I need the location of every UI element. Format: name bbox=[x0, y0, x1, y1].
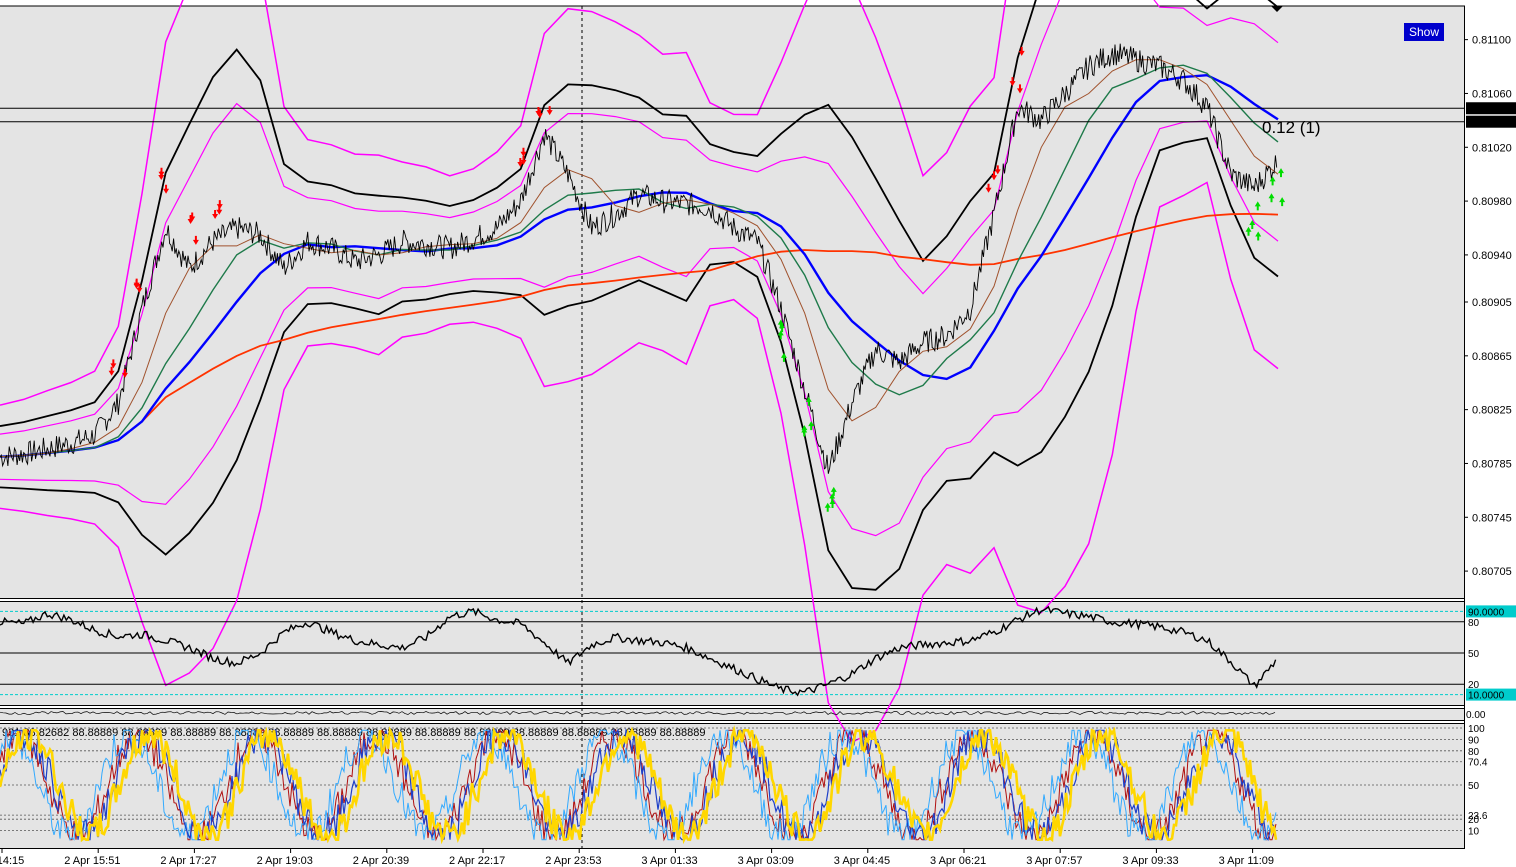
time-tick-label: 3 Apr 11:09 bbox=[1219, 855, 1274, 867]
osc3-level-label: 70.4 bbox=[1468, 758, 1488, 769]
price-tick-label: 0.80940 bbox=[1472, 250, 1512, 262]
time-tick-label: 3 Apr 03:09 bbox=[738, 855, 794, 867]
main-panel-bg bbox=[0, 6, 1464, 598]
time-tick-label: 3 Apr 07:57 bbox=[1026, 855, 1082, 867]
price-tick-label: 0.81100 bbox=[1472, 35, 1511, 47]
time-tick-label: 2 Apr 14:15 bbox=[0, 855, 24, 867]
osc1-level-label: 90.0000 bbox=[1468, 607, 1505, 618]
time-tick-label: 2 Apr 22:17 bbox=[449, 855, 505, 867]
time-tick-label: 2 Apr 15:51 bbox=[64, 855, 120, 867]
price-line-tag-label: 0.81039 bbox=[1470, 117, 1510, 129]
osc2-caption: 0.00 bbox=[1466, 710, 1486, 721]
price-tick-label: 0.81060 bbox=[1472, 88, 1512, 100]
osc3-level-label: 50 bbox=[1468, 781, 1480, 792]
time-tick-label: 3 Apr 01:33 bbox=[641, 855, 697, 867]
price-tick-label: 0.80785 bbox=[1472, 458, 1512, 470]
price-axis: 0.81100 0.81060 0.81020 0.80980 0.80940 0.809… bbox=[1464, 35, 1516, 578]
osc3-level-label: 90 bbox=[1468, 735, 1480, 746]
show-button-label: Show bbox=[1409, 25, 1439, 39]
time-axis: 2 Apr 14:15 2 Apr 15:51 2 Apr 17:27 2 Apr 1… bbox=[0, 848, 1274, 867]
osc1-level-label: 80 bbox=[1468, 618, 1480, 629]
price-line-tag-label: 0.81049 bbox=[1470, 103, 1510, 115]
price-tick-label: 0.80825 bbox=[1472, 405, 1512, 417]
price-tick-label: 0.80980 bbox=[1472, 196, 1512, 208]
osc3-level-label: 20 bbox=[1468, 815, 1480, 826]
time-tick-label: 2 Apr 20:39 bbox=[353, 855, 409, 867]
trading-chart: 0.81100 0.81060 0.81020 0.80980 0.80940 0.809… bbox=[0, 0, 1516, 867]
time-tick-label: 2 Apr 19:03 bbox=[257, 855, 313, 867]
osc3-level-label: 10 bbox=[1468, 827, 1480, 838]
time-tick-label: 3 Apr 09:33 bbox=[1122, 855, 1178, 867]
osc3-header: 931 88.82682 88.88889 88.88889 88.88889 … bbox=[2, 727, 705, 739]
time-tick-label: 2 Apr 17:27 bbox=[160, 855, 216, 867]
price-tick-label: 0.80745 bbox=[1472, 512, 1512, 524]
osc3-level-label: 100 bbox=[1468, 724, 1485, 735]
time-tick-label: 3 Apr 04:45 bbox=[834, 855, 890, 867]
show-button[interactable]: Show bbox=[1404, 23, 1444, 41]
time-tick-label: 3 Apr 06:21 bbox=[930, 855, 986, 867]
osc3-level-label: 80 bbox=[1468, 747, 1480, 758]
price-tick-label: 0.80865 bbox=[1472, 351, 1512, 363]
osc1-level-label: 10.0000 bbox=[1468, 691, 1505, 702]
osc1-level-label: 50 bbox=[1468, 649, 1480, 660]
price-tick-label: 0.80705 bbox=[1472, 566, 1512, 578]
price-tick-label: 0.80905 bbox=[1472, 297, 1512, 309]
time-tick-label: 2 Apr 23:53 bbox=[545, 855, 601, 867]
price-tick-label: 0.81020 bbox=[1472, 142, 1512, 154]
level-annotation: 0.12 (1) bbox=[1262, 118, 1321, 137]
